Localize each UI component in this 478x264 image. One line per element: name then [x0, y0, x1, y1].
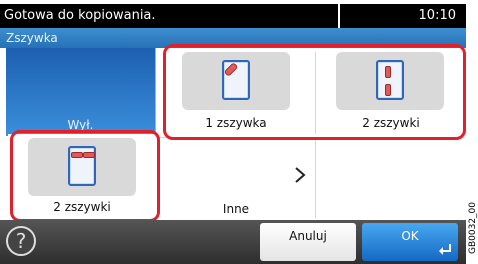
- figure-code: GB0032_00: [468, 201, 478, 254]
- status-message: Gotowa do kopiowania.: [4, 4, 338, 28]
- cancel-button[interactable]: Anuluj: [260, 223, 356, 261]
- ok-label: OK: [401, 229, 419, 243]
- status-bar: Gotowa do kopiowania. 10:10: [0, 4, 466, 28]
- copy-screen: Gotowa do kopiowania. 10:10 Zszywka Wył.…: [0, 0, 466, 264]
- help-button[interactable]: ?: [6, 226, 36, 256]
- ok-button[interactable]: OK: [362, 223, 458, 261]
- selection-highlight: [10, 130, 160, 222]
- status-clock: 10:10: [418, 8, 456, 23]
- selection-highlight: [163, 44, 466, 140]
- enter-icon: [439, 244, 451, 255]
- status-divider: [338, 4, 340, 28]
- footer-bar: ? Anuluj OK: [0, 220, 466, 264]
- staple-off-button[interactable]: Wył.: [6, 48, 156, 136]
- chevron-right-icon: [295, 167, 306, 183]
- more-options-label: Inne: [222, 202, 250, 216]
- more-options-button[interactable]: Inne: [158, 138, 314, 220]
- divider: [315, 140, 316, 218]
